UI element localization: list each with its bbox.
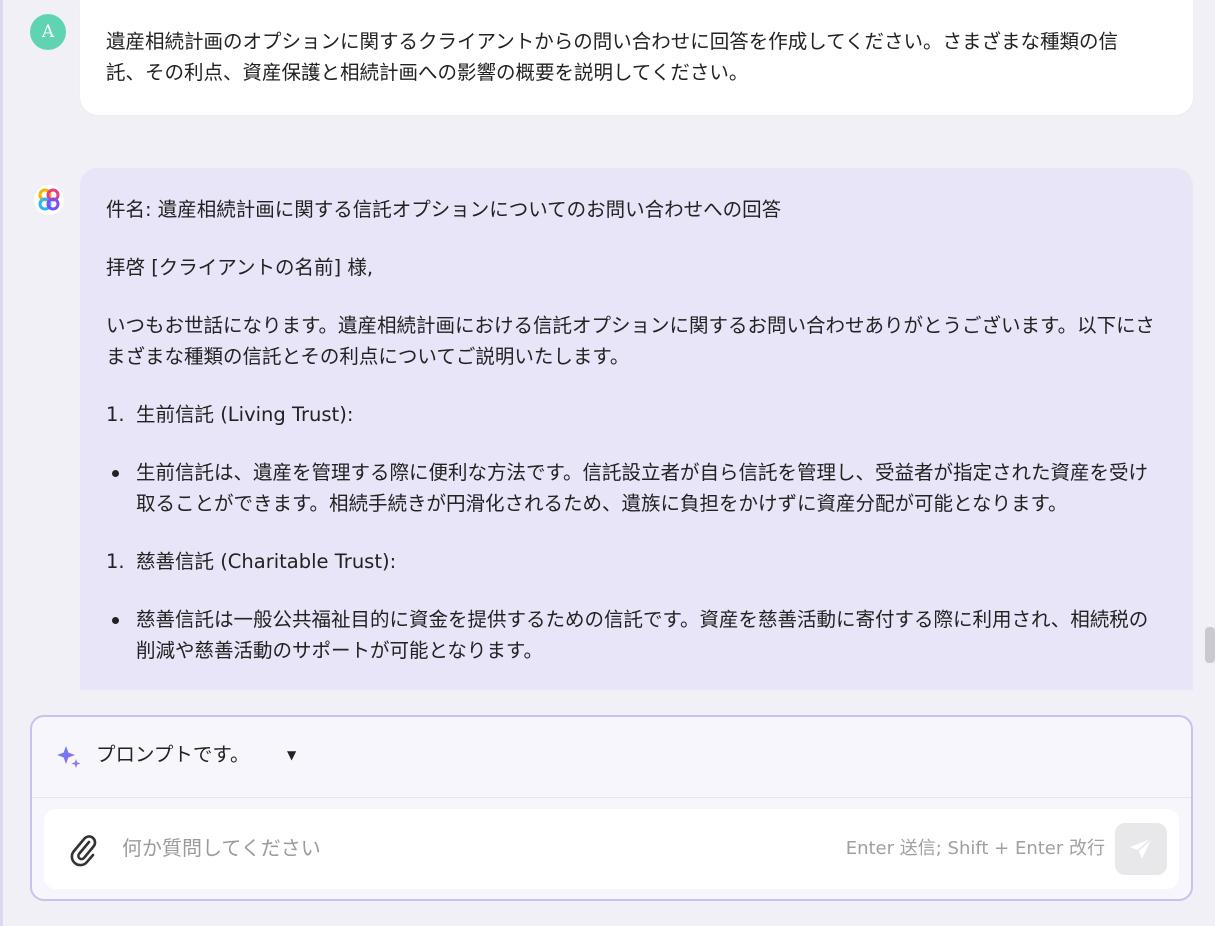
caret-down-icon[interactable]: ▼: [287, 747, 296, 763]
list-item: 1. 生前信託 (Living Trust):: [106, 399, 1157, 430]
paperclip-icon[interactable]: [68, 833, 98, 867]
chat-thread: A 遺産相続計画のオプションに関するクライアントからの問い合わせに回答を作成して…: [0, 0, 1215, 690]
sparkle-icon: [57, 746, 81, 768]
email-intro: いつもお世話になります。遺産相続計画における信託オプションに関するお問い合わせあ…: [106, 314, 1155, 368]
email-subject: 件名: 遺産相続計画に関する信託オプションについてのお問い合わせへの回答: [106, 198, 782, 221]
email-greeting: 拝啓 [クライアントの名前] 様,: [106, 256, 374, 279]
send-button[interactable]: [1115, 823, 1167, 875]
assistant-logo-icon: [34, 185, 64, 215]
bullet-item: 生前信託は、遺産を管理する際に便利な方法です。信託設立者が自ら信託を管理し、受益…: [106, 457, 1157, 519]
list-number: 1.: [106, 403, 125, 426]
bullet-text: 慈善信託は一般公共福祉目的に資金を提供するための信託です。資産を慈善活動に寄付す…: [136, 608, 1149, 662]
bullet-item: 慈善信託は一般公共福祉目的に資金を提供するための信託です。資産を慈善活動に寄付す…: [106, 604, 1157, 666]
user-message: 遺産相続計画のオプションに関するクライアントからの問い合わせに回答を作成してくだ…: [80, 0, 1193, 115]
prompt-label[interactable]: プロンプトです。: [96, 740, 249, 770]
list-item-title: 慈善信託 (Charitable Trust):: [136, 550, 397, 573]
assistant-message: 件名: 遺産相続計画に関する信託オプションについてのお問い合わせへの回答 拝啓 …: [80, 168, 1193, 690]
user-avatar: A: [30, 14, 66, 50]
bullet-icon: [106, 604, 136, 666]
bullet-icon: [106, 457, 136, 519]
bullet-text: 生前信託は、遺産を管理する際に便利な方法です。信託設立者が自ら信託を管理し、受益…: [136, 461, 1149, 515]
list-number: 1.: [106, 550, 125, 573]
prompt-selector[interactable]: プロンプトです。 ▼: [32, 717, 1191, 798]
composer: プロンプトです。 ▼ Enter 送信; Shift + Enter 改行: [30, 715, 1193, 901]
input-box: Enter 送信; Shift + Enter 改行: [44, 809, 1179, 889]
chat-input[interactable]: [120, 829, 684, 867]
list-item: 1. 慈善信託 (Charitable Trust):: [106, 546, 1157, 577]
send-icon: [1130, 838, 1152, 859]
keyboard-hint: Enter 送信; Shift + Enter 改行: [845, 838, 1105, 859]
list-item-title: 生前信託 (Living Trust):: [136, 403, 354, 426]
chat-scrollbar-thumb[interactable]: [1205, 627, 1215, 663]
